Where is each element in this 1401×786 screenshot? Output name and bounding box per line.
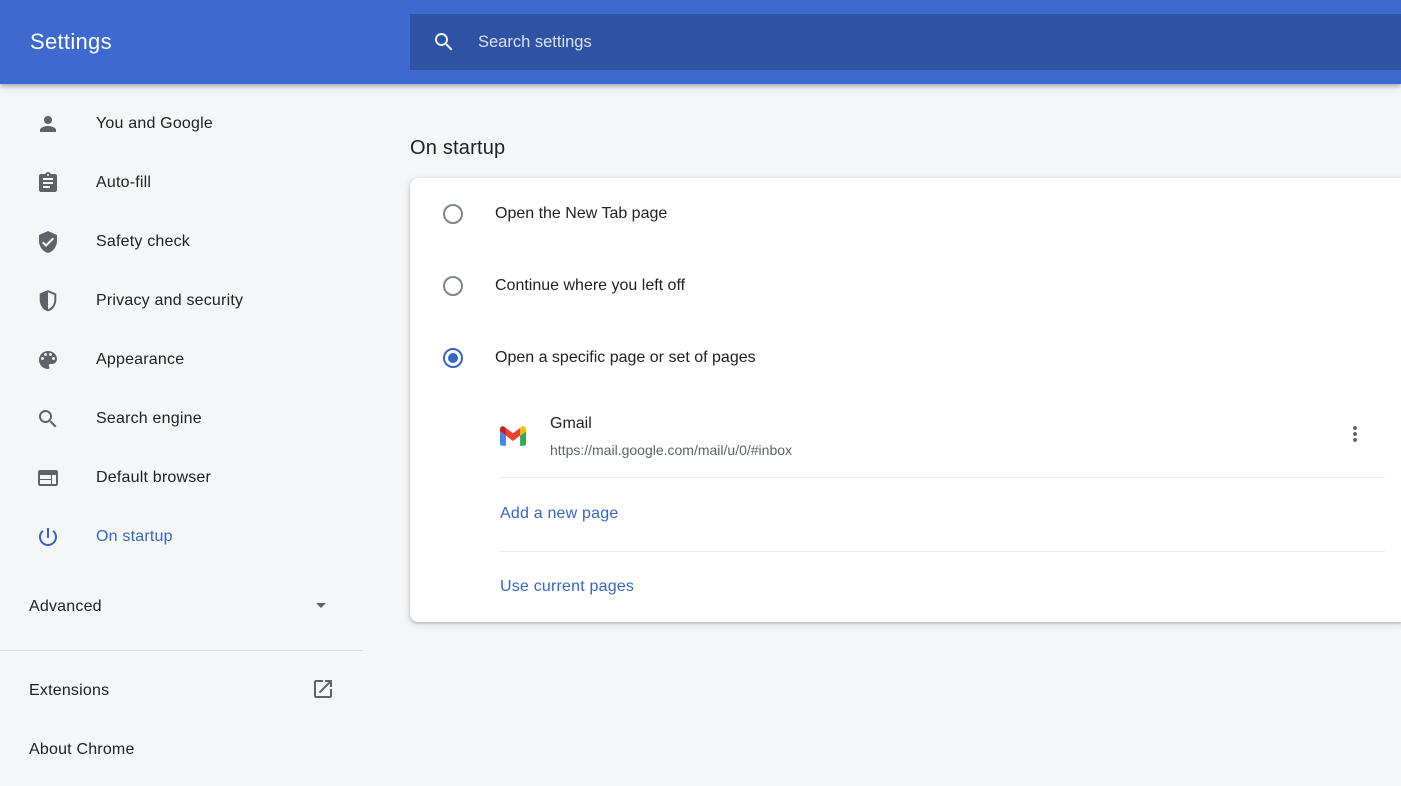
sidebar-item-label: Privacy and security (96, 292, 243, 310)
startup-page-info: Gmail https://mail.google.com/mail/u/0/#… (550, 412, 792, 460)
use-current-pages-link[interactable]: Use current pages (500, 578, 634, 596)
sidebar-item-safety-check[interactable]: Safety check (0, 222, 363, 262)
settings-content: You and Google Auto-fill Safety check (0, 84, 1401, 786)
gmail-icon (500, 425, 526, 446)
sidebar-item-autofill[interactable]: Auto-fill (0, 163, 363, 203)
sidebar-item-privacy-security[interactable]: Privacy and security (0, 281, 363, 321)
radio-option-label: Open a specific page or set of pages (495, 349, 756, 367)
sidebar: You and Google Auto-fill Safety check (0, 84, 363, 786)
sidebar-item-label: Safety check (96, 233, 190, 251)
startup-page-row: Gmail https://mail.google.com/mail/u/0/#… (410, 394, 1401, 477)
section-title: On startup (410, 134, 1401, 162)
chevron-down-icon (309, 593, 333, 622)
main-content: On startup Open the New Tab page Continu… (410, 84, 1401, 786)
person-icon (36, 112, 60, 136)
radio-option-label: Open the New Tab page (495, 205, 667, 223)
add-new-page-row: Add a new page (410, 477, 1401, 551)
more-options-button[interactable] (1337, 418, 1373, 454)
radio-option-new-tab[interactable]: Open the New Tab page (410, 178, 1401, 250)
sidebar-item-label: Default browser (96, 469, 211, 487)
settings-header: Settings (0, 0, 1401, 84)
about-chrome-label: About Chrome (29, 741, 135, 759)
extensions-label: Extensions (29, 682, 109, 700)
advanced-label: Advanced (29, 598, 102, 616)
magnifier-icon (36, 407, 60, 431)
sidebar-item-label: Search engine (96, 410, 202, 428)
shield-check-icon (36, 230, 60, 254)
browser-window-icon (36, 466, 60, 490)
startup-page-url: https://mail.google.com/mail/u/0/#inbox (550, 440, 792, 460)
on-startup-card: Open the New Tab page Continue where you… (410, 178, 1401, 622)
radio-button-selected[interactable] (443, 348, 463, 368)
sidebar-item-extensions[interactable]: Extensions (0, 671, 363, 711)
page-title: Settings (30, 29, 112, 55)
palette-icon (36, 348, 60, 372)
sidebar-item-appearance[interactable]: Appearance (0, 340, 363, 380)
shield-half-icon (36, 289, 60, 313)
sidebar-divider (0, 650, 363, 651)
sidebar-item-advanced[interactable]: Advanced (0, 587, 363, 627)
sidebar-item-label: On startup (96, 528, 173, 546)
use-current-pages-row: Use current pages (410, 551, 1401, 622)
open-in-new-icon (311, 677, 335, 706)
search-input[interactable] (476, 32, 1401, 53)
more-vert-icon (1343, 422, 1367, 449)
sidebar-item-default-browser[interactable]: Default browser (0, 458, 363, 498)
clipboard-icon (36, 171, 60, 195)
startup-page-title: Gmail (550, 412, 792, 436)
search-icon (432, 30, 456, 54)
radio-button-unselected[interactable] (443, 276, 463, 296)
radio-button-unselected[interactable] (443, 204, 463, 224)
radio-option-continue[interactable]: Continue where you left off (410, 250, 1401, 322)
settings-search-bar[interactable] (410, 14, 1401, 70)
sidebar-item-label: Appearance (96, 351, 184, 369)
sidebar-item-about-chrome[interactable]: About Chrome (0, 730, 363, 770)
radio-option-specific-pages[interactable]: Open a specific page or set of pages (410, 322, 1401, 394)
radio-option-label: Continue where you left off (495, 277, 685, 295)
sidebar-item-you-and-google[interactable]: You and Google (0, 104, 363, 144)
sidebar-item-label: Auto-fill (96, 174, 151, 192)
sidebar-item-on-startup[interactable]: On startup (0, 517, 363, 557)
sidebar-item-search-engine[interactable]: Search engine (0, 399, 363, 439)
add-new-page-link[interactable]: Add a new page (500, 505, 618, 523)
sidebar-item-label: You and Google (96, 115, 213, 133)
power-icon (36, 525, 60, 549)
